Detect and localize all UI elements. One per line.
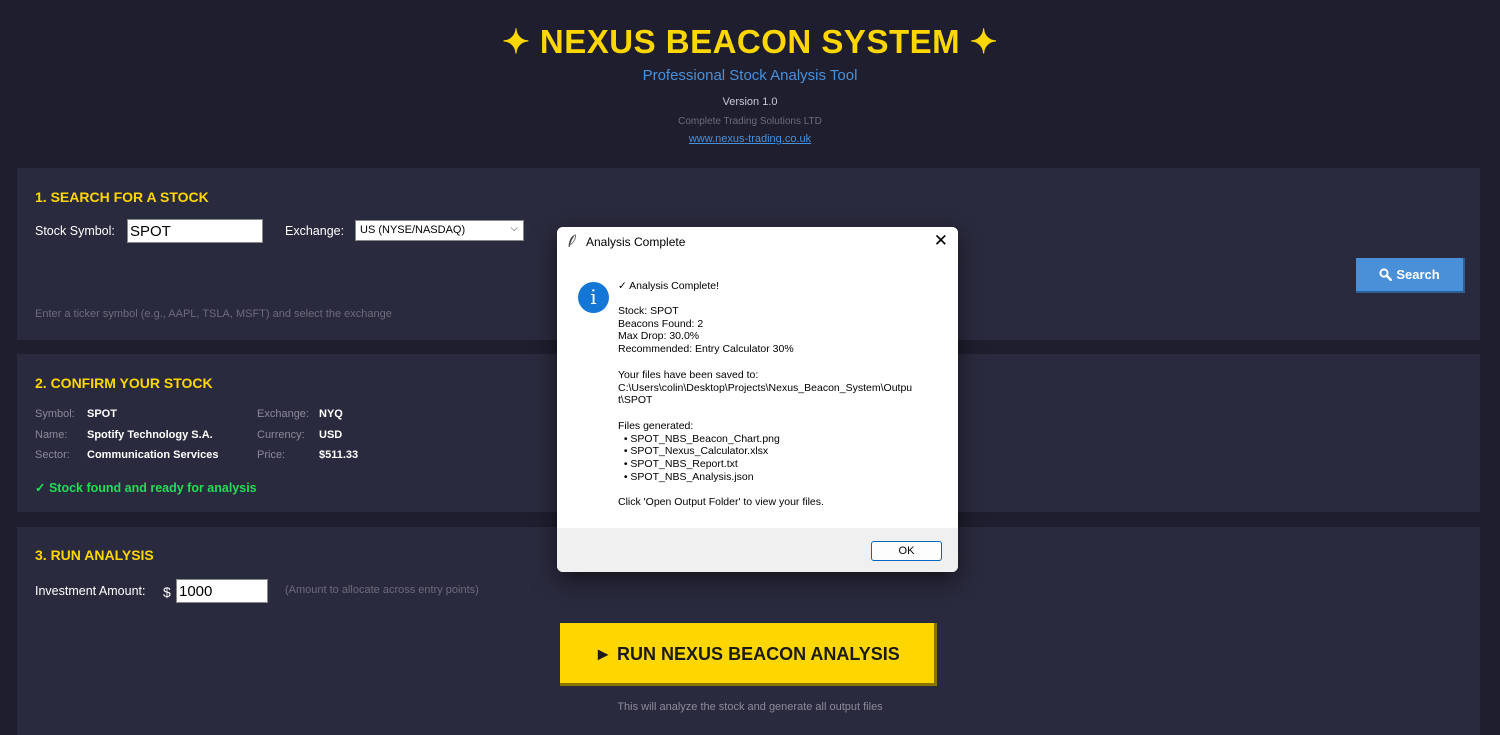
website-link[interactable]: www.nexus-trading.co.uk — [0, 133, 1500, 145]
search-button-label: Search — [1396, 267, 1440, 282]
sector-key: Sector: — [35, 449, 70, 461]
company-name: Complete Trading Solutions LTD — [678, 116, 822, 127]
dialog-heading: ✓ Analysis Complete! — [618, 280, 720, 292]
dialog-saved-path: Your files have been saved to: C:\Users\… — [618, 369, 913, 407]
exchange-label: Exchange: — [285, 224, 345, 238]
app-subtitle: Professional Stock Analysis Tool — [642, 67, 858, 84]
currency-key: Currency: — [257, 429, 305, 441]
investment-amount-label: Investment Amount: — [35, 584, 146, 598]
exchange-select-value: US (NYSE/NASDAQ) — [360, 224, 466, 236]
name-value: Spotify Technology S.A. — [87, 429, 213, 441]
exchange-select[interactable]: US (NYSE/NASDAQ) ⌵ — [355, 220, 524, 241]
dialog-files-list: Files generated: • SPOT_NBS_Beacon_Chart… — [618, 420, 780, 483]
dialog-footer-note: Click 'Open Output Folder' to view your … — [618, 496, 824, 508]
price-value: $511.33 — [319, 449, 359, 461]
investment-amount-input[interactable] — [176, 579, 268, 603]
exchange-key: Exchange: — [257, 408, 309, 420]
currency-symbol: $ — [163, 584, 171, 600]
search-hint: Enter a ticker symbol (e.g., AAPL, TSLA,… — [35, 308, 392, 320]
app-header: ✦ NEXUS BEACON SYSTEM ✦ Professional Sto… — [0, 0, 1500, 160]
ok-button[interactable]: OK — [871, 541, 942, 561]
currency-value: USD — [319, 429, 343, 441]
chevron-down-icon: ⌵ — [510, 223, 518, 234]
stock-ready-status: ✓ Stock found and ready for analysis — [35, 481, 257, 495]
run-analysis-note: This will analyze the stock and generate… — [617, 701, 883, 713]
stock-symbol-input[interactable] — [127, 219, 263, 243]
dialog-title: Analysis Complete — [586, 235, 686, 249]
price-key: Price: — [257, 449, 286, 461]
run-section-title: 3. RUN ANALYSIS — [35, 547, 154, 563]
stock-symbol-label: Stock Symbol: — [35, 224, 115, 238]
feather-icon — [568, 234, 577, 247]
app-title: ✦ NEXUS BEACON SYSTEM ✦ — [502, 23, 998, 60]
sector-value: Communication Services — [87, 449, 219, 461]
confirm-section-title: 2. CONFIRM YOUR STOCK — [35, 375, 213, 391]
search-button[interactable]: Search — [1356, 258, 1465, 293]
run-analysis-button[interactable]: ► RUN NEXUS BEACON ANALYSIS — [560, 623, 937, 686]
investment-hint: (Amount to allocate across entry points) — [285, 584, 479, 596]
dialog-titlebar[interactable]: Analysis Complete ✕ — [557, 227, 958, 257]
dialog-body: i ✓ Analysis Complete! Stock: SPOT Beaco… — [557, 257, 958, 528]
app-version: Version 1.0 — [722, 96, 778, 108]
exchange-value: NYQ — [319, 408, 343, 420]
dialog-footer: OK — [557, 528, 958, 572]
symbol-value: SPOT — [87, 408, 117, 420]
close-icon[interactable]: ✕ — [934, 231, 948, 251]
symbol-key: Symbol: — [35, 408, 75, 420]
dialog-details: Stock: SPOT Beacons Found: 2 Max Drop: 3… — [618, 305, 794, 356]
analysis-complete-dialog: Analysis Complete ✕ i ✓ Analysis Complet… — [557, 227, 958, 572]
info-icon: i — [578, 282, 609, 313]
search-icon — [1379, 268, 1393, 282]
search-section-title: 1. SEARCH FOR A STOCK — [35, 189, 209, 205]
name-key: Name: — [35, 429, 68, 441]
